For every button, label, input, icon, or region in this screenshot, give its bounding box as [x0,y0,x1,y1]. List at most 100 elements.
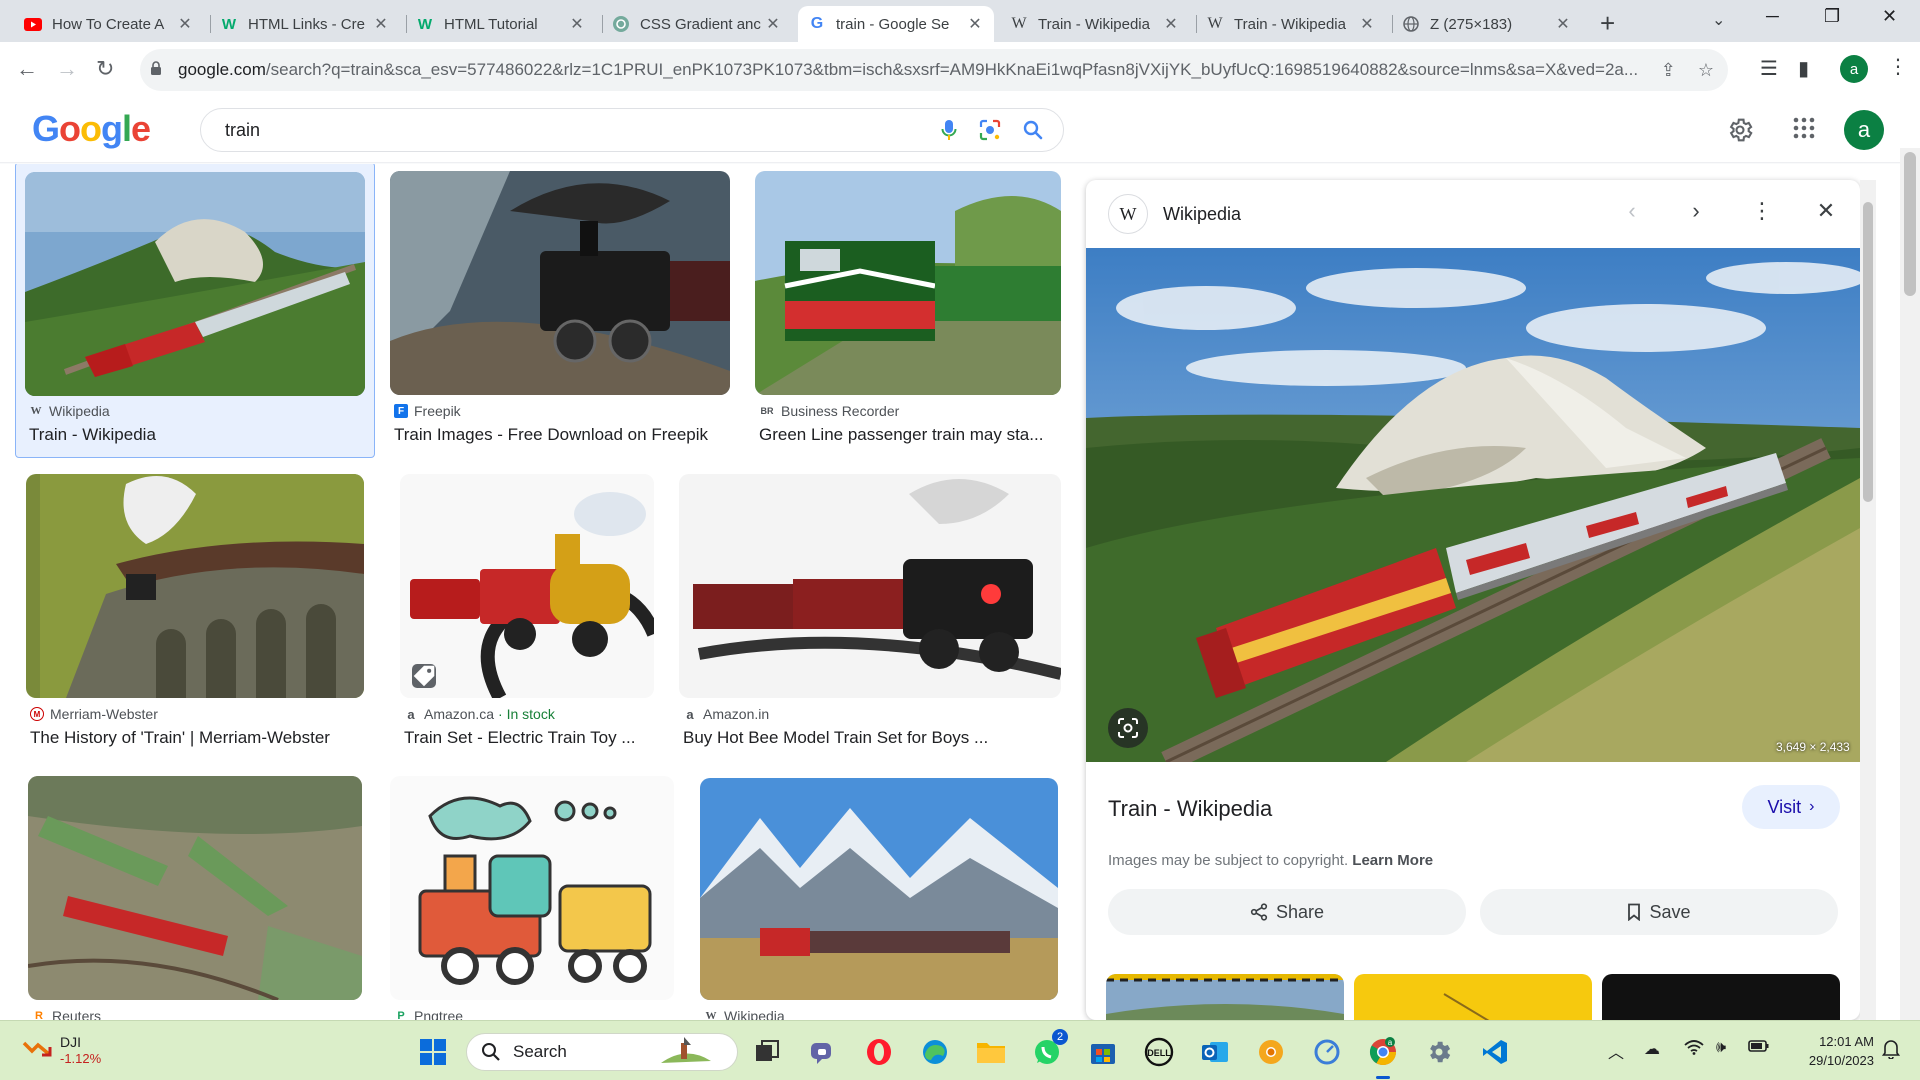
taskbar-search[interactable]: Search [466,1033,738,1071]
image-result-card[interactable]: a Amazon.ca · In stock Train Set - Electri… [400,474,654,760]
forward-arrow-icon[interactable]: → [56,56,78,82]
result-thumbnail[interactable] [390,171,730,395]
result-source[interactable]: BR Business Recorder [759,403,900,419]
page-scrollbar[interactable] [1900,148,1920,1020]
settings-gear-icon[interactable] [1726,116,1754,149]
task-view-icon[interactable] [750,1035,784,1069]
new-tab-plus-icon[interactable]: + [1600,8,1615,39]
close-icon[interactable]: ✕ [372,14,390,34]
image-result-card[interactable]: M Merriam-Webster The History of 'Train' … [26,474,364,760]
outlook-icon[interactable] [1198,1035,1232,1069]
browser-tab[interactable]: W HTML Links - Cre ✕ [210,6,400,42]
scrollbar-thumb[interactable] [1904,152,1916,296]
close-icon[interactable]: ✕ [1358,14,1376,34]
result-source[interactable]: F Freepik [394,403,461,419]
search-icon[interactable] [1023,120,1043,140]
scrollbar-thumb[interactable] [1863,202,1873,502]
teams-chat-icon[interactable] [806,1035,840,1069]
close-icon[interactable]: ✕ [966,14,984,34]
browser-tab[interactable]: W Train - Wikipedia ✕ [1000,6,1190,42]
chrome-icon[interactable]: a [1366,1035,1400,1079]
result-thumbnail[interactable] [390,776,674,1000]
image-result-card[interactable]: W Wikipedia Train - Wikipedia [15,164,375,458]
wifi-icon[interactable] [1684,1039,1704,1060]
result-thumbnail[interactable] [679,474,1061,698]
browser-tab[interactable]: How To Create A ✕ [14,6,204,42]
result-caption[interactable]: The History of 'Train' | Merriam-Webster [30,728,364,748]
browser-tab-active[interactable]: G train - Google Se ✕ [798,6,994,42]
image-result-card[interactable]: F Freepik Train Images - Free Download on… [390,171,730,457]
result-source[interactable]: M Merriam-Webster [30,706,158,722]
preview-scrollbar[interactable] [1860,180,1876,1020]
restore-icon[interactable]: ❐ [1824,6,1840,27]
result-caption[interactable]: Train Images - Free Download on Freepik [394,425,730,445]
dell-icon[interactable]: DELL [1142,1035,1176,1069]
account-avatar[interactable]: a [1844,110,1884,150]
result-thumbnail[interactable] [700,778,1058,1000]
close-icon[interactable]: ✕ [568,14,586,34]
speedometer-icon[interactable] [1310,1035,1344,1069]
preview-site-name[interactable]: Wikipedia [1163,204,1241,225]
result-source[interactable]: W Wikipedia [29,403,110,419]
volume-icon[interactable]: 🕪 [1716,1039,1726,1057]
browser-tab[interactable]: W Train - Wikipedia ✕ [1196,6,1386,42]
result-source[interactable]: W Wikipedia [704,1008,785,1020]
next-result-icon[interactable]: › [1680,198,1712,224]
google-logo[interactable]: Google [32,108,151,150]
learn-more-link[interactable]: Learn More [1352,852,1433,869]
previous-result-icon[interactable]: ‹ [1616,198,1648,224]
related-image[interactable] [1354,974,1592,1020]
image-result-card[interactable]: W Wikipedia [700,778,1058,1020]
result-thumbnail[interactable] [755,171,1061,395]
related-image[interactable] [1106,974,1344,1020]
result-thumbnail[interactable] [28,776,362,1000]
close-window-icon[interactable]: ✕ [1882,6,1897,27]
bookmark-star-icon[interactable]: ☆ [1698,60,1714,81]
microsoft-store-icon[interactable] [1086,1035,1120,1069]
battery-icon[interactable] [1748,1039,1770,1058]
vscode-icon[interactable] [1478,1035,1512,1069]
browser-tab[interactable]: CSS Gradient anc ✕ [602,6,792,42]
result-source[interactable]: a Amazon.in [683,706,769,722]
preview-title[interactable]: Train - Wikipedia [1108,796,1272,822]
url-text[interactable]: google.com/search?q=train&sca_esv=577486… [178,60,1639,80]
image-result-card[interactable]: a Amazon.in Buy Hot Bee Model Train Set f… [679,474,1061,760]
result-source[interactable]: a Amazon.ca · In stock [404,706,554,722]
lens-search-icon[interactable] [1108,708,1148,748]
reload-icon[interactable]: ↻ [96,56,114,82]
system-clock[interactable]: 12:01 AM 29/10/2023 [1790,1032,1874,1070]
close-icon[interactable]: ✕ [764,14,782,34]
result-thumbnail[interactable] [26,474,364,698]
browser-tab[interactable]: W HTML Tutorial ✕ [406,6,596,42]
close-icon[interactable]: ✕ [176,14,194,34]
wikipedia-icon[interactable]: W [1108,194,1148,234]
onedrive-cloud-icon[interactable]: ☁ [1644,1039,1660,1059]
stock-widget[interactable]: DJI -1.12% [22,1033,101,1067]
close-preview-icon[interactable]: ✕ [1810,198,1842,224]
close-icon[interactable]: ✕ [1162,14,1180,34]
file-explorer-icon[interactable] [974,1035,1008,1069]
result-source[interactable]: P Pngtree [394,1008,463,1020]
microphone-icon[interactable] [941,119,957,141]
related-image[interactable] [1602,974,1840,1020]
reading-list-icon[interactable]: ☰ [1760,56,1778,81]
windows-start-icon[interactable] [416,1035,450,1069]
browser-tab[interactable]: Z (275×183) ✕ [1392,6,1582,42]
result-caption[interactable]: Green Line passenger train may sta... [759,425,1061,445]
result-caption[interactable]: Train - Wikipedia [29,425,369,445]
preview-image[interactable] [1086,248,1860,762]
lens-camera-icon[interactable] [979,119,1001,141]
apps-grid-icon[interactable] [1792,116,1816,145]
result-thumbnail[interactable] [400,474,654,698]
image-result-card[interactable]: P Pngtree [390,776,674,1020]
result-source[interactable]: R Reuters [32,1008,101,1020]
show-hidden-icons-chevron-icon[interactable]: ︿ [1608,1039,1624,1063]
result-caption[interactable]: Buy Hot Bee Model Train Set for Boys ... [683,728,1061,748]
browser-menu-icon[interactable]: ⋮ [1888,54,1908,79]
address-bar[interactable]: google.com/search?q=train&sca_esv=577486… [140,49,1728,91]
result-caption[interactable]: Train Set - Electric Train Toy ... [404,728,654,748]
visit-button[interactable]: Visit › [1742,785,1840,829]
notification-bell-icon[interactable] [1881,1039,1901,1064]
chrome-canary-icon[interactable] [1254,1035,1288,1069]
minimize-icon[interactable]: ─ [1766,6,1779,27]
